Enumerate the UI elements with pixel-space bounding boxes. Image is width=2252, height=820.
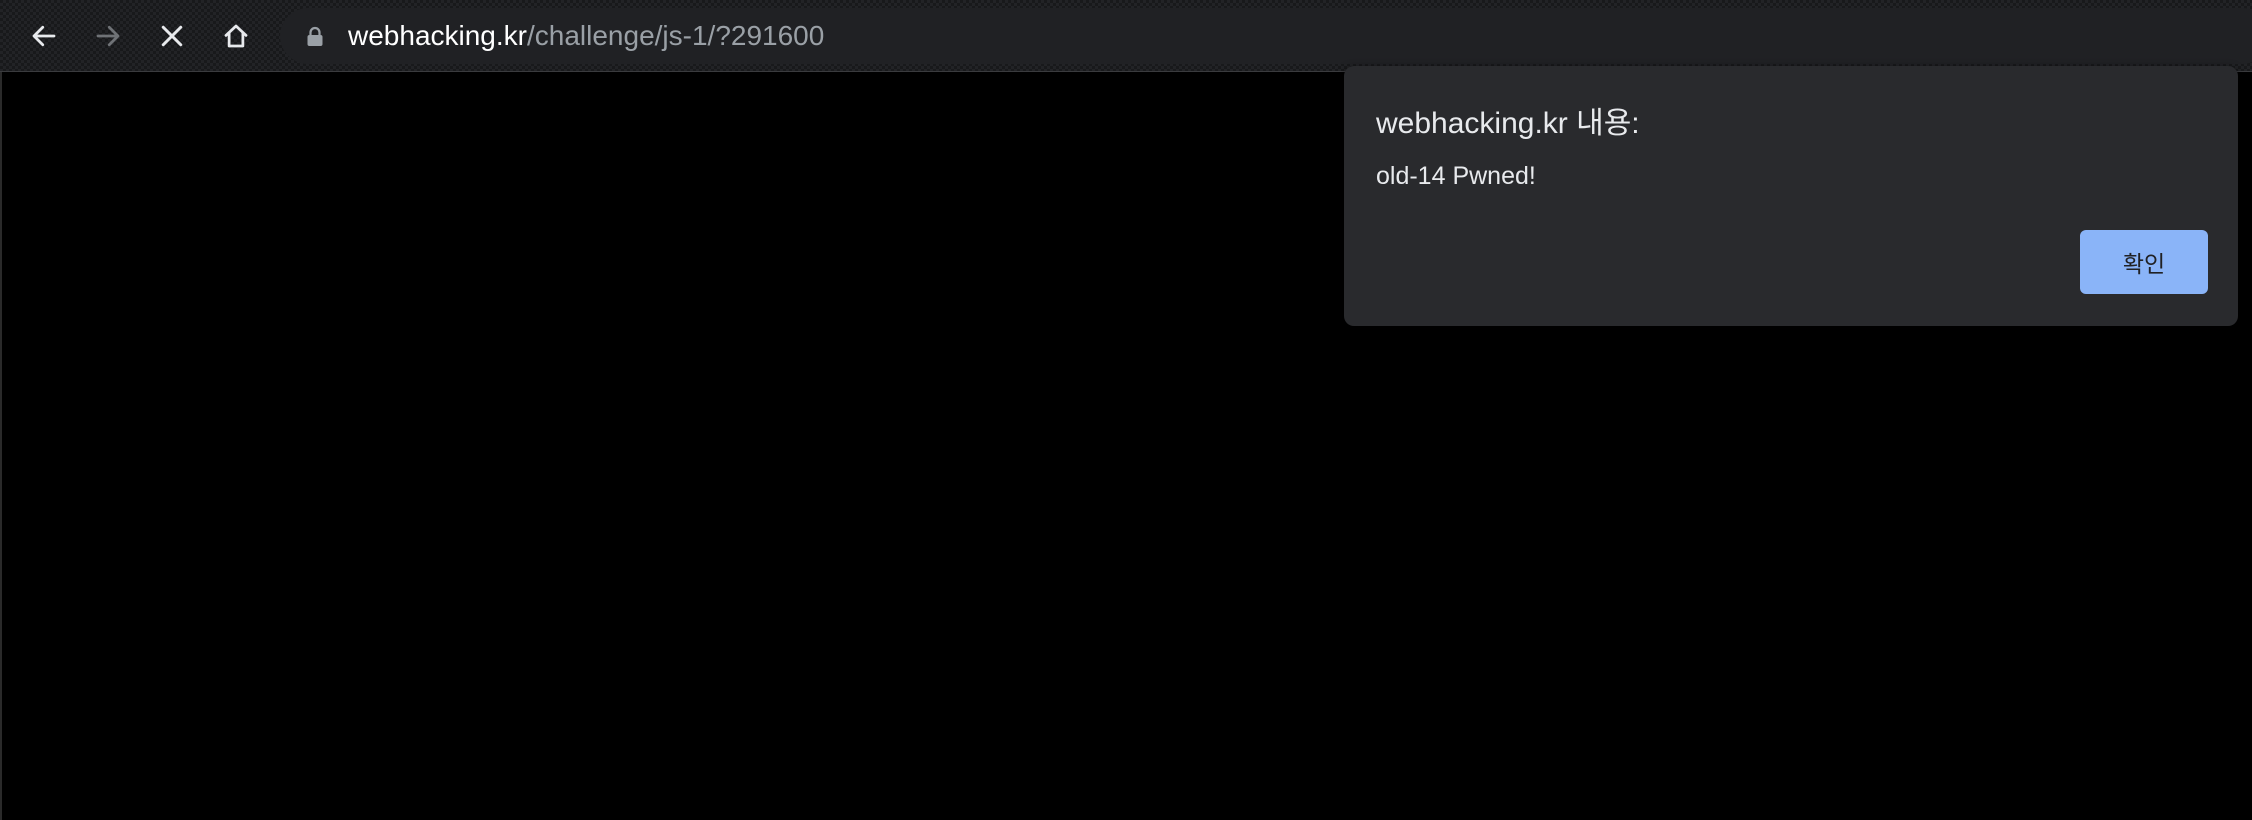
url-path: /challenge/js-1/?291600 [526,20,825,51]
lock-icon[interactable] [306,26,324,53]
forward-button[interactable] [86,14,130,58]
ok-button[interactable]: 확인 [2080,230,2208,294]
alert-dialog: webhacking.kr 내용: old-14 Pwned! 확인 [1344,66,2238,326]
url-text[interactable]: webhacking.kr/challenge/js-1/?291600 [348,8,824,64]
stop-button[interactable] [150,14,194,58]
browser-toolbar: webhacking.kr/challenge/js-1/?291600 [0,0,2252,72]
dialog-message: old-14 Pwned! [1376,162,1536,190]
home-icon [221,21,251,51]
dialog-title: webhacking.kr 내용: [1376,107,1640,140]
address-bar[interactable]: webhacking.kr/challenge/js-1/?291600 [280,8,2252,64]
arrow-right-icon [93,21,123,51]
arrow-left-icon [29,21,59,51]
url-host: webhacking.kr [348,20,527,51]
close-icon [157,21,187,51]
back-button[interactable] [22,14,66,58]
home-button[interactable] [214,14,258,58]
